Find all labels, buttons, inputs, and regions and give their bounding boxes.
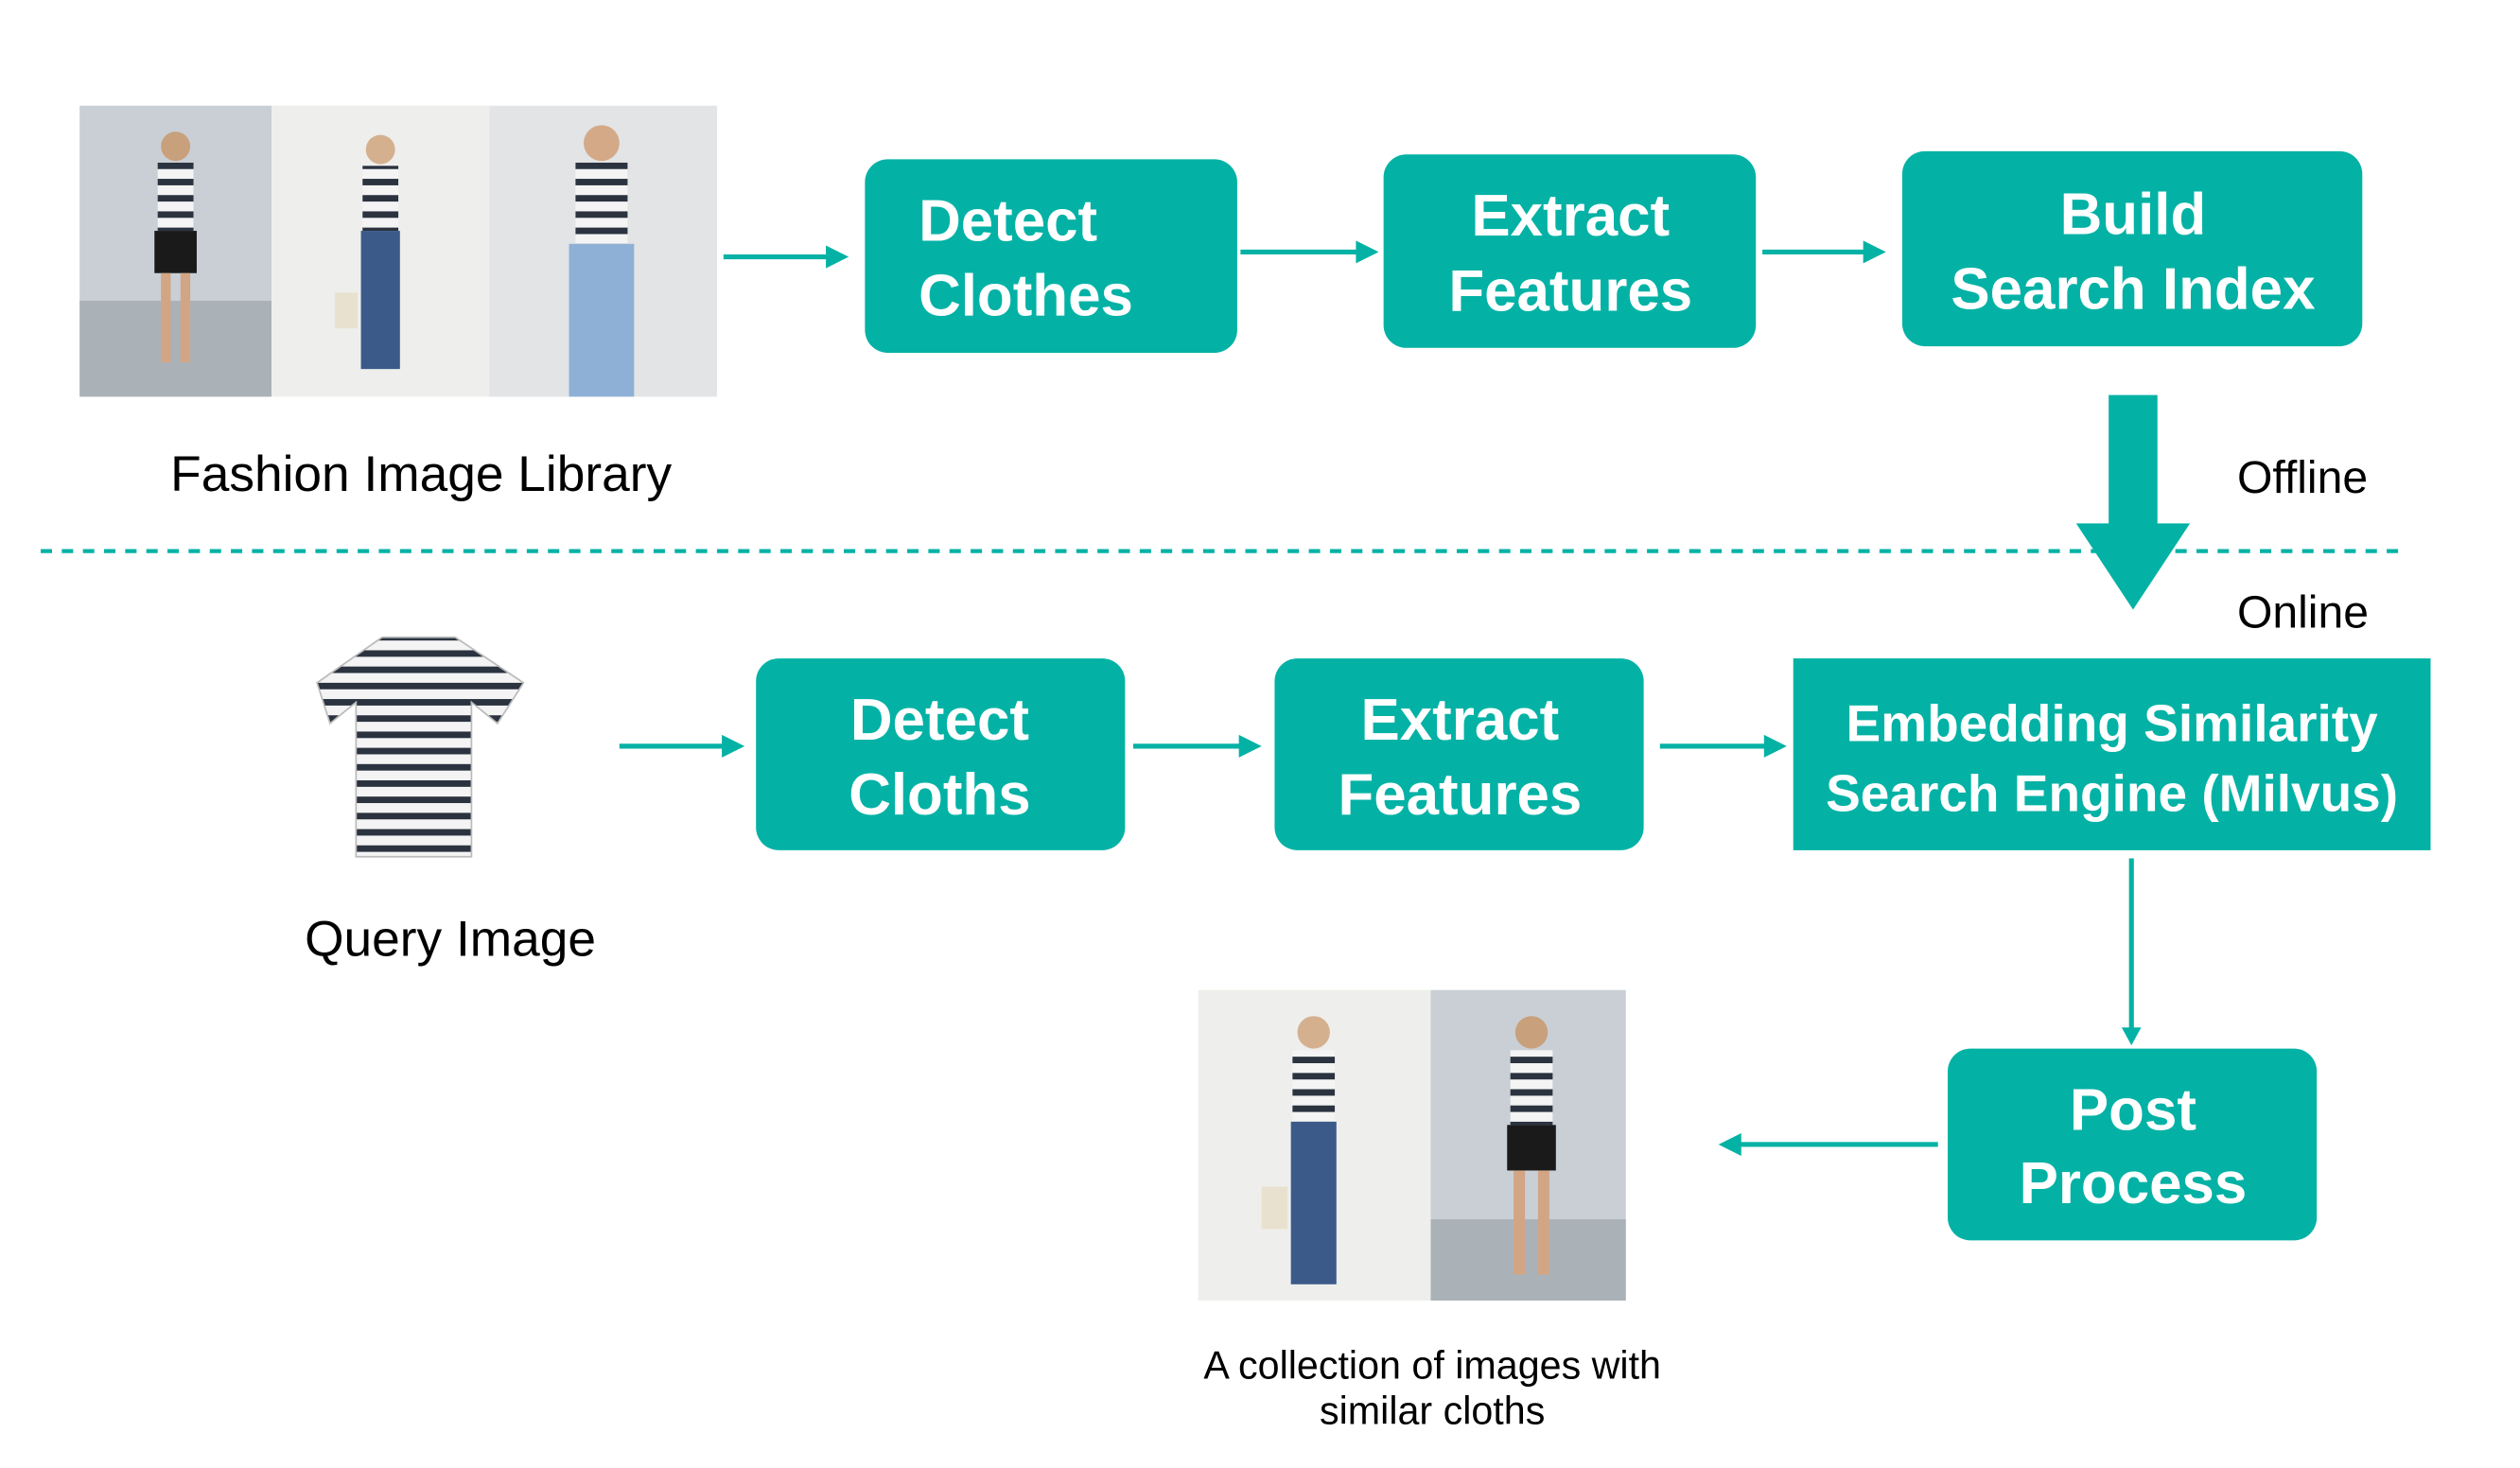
step-label-line1: Build xyxy=(2060,182,2207,247)
step-label-line1: Detect xyxy=(850,688,1029,753)
arrow-extract-to-build xyxy=(1762,240,1886,264)
arrow-library-to-detect xyxy=(723,245,849,269)
step-label-line1: Extract xyxy=(1361,688,1560,753)
step-extract-features-offline: Extract Features xyxy=(1383,154,1757,348)
step-label-line2: Process xyxy=(2020,1151,2248,1216)
arrow-detect-to-extract-online xyxy=(1132,734,1262,758)
step-embedding-similarity-search-engine: Embedding Similarity Search Engine (Milv… xyxy=(1793,658,2431,850)
step-label-line1: Embedding Similarity xyxy=(1846,694,2379,753)
step-label-line2: Search Engine (Milvus) xyxy=(1826,764,2398,823)
result-caption-line2: similar cloths xyxy=(1320,1389,1545,1433)
query-image-label: Query Image xyxy=(305,912,596,968)
fashion-image-library-photos xyxy=(79,105,717,397)
step-build-search-index: Build Search Index xyxy=(1901,150,2363,347)
arrow-engine-to-post xyxy=(2121,858,2142,1046)
big-down-arrow xyxy=(2075,394,2191,610)
step-label-line2: Features xyxy=(1448,258,1692,323)
step-extract-features-online: Extract Features xyxy=(1274,658,1644,850)
step-detect-clothes: Detect Clothes xyxy=(865,159,1237,353)
pipeline-diagram: Fashion Image Library Detect Clothes Ext… xyxy=(40,105,2431,1433)
step-label-line1: Detect xyxy=(919,188,1097,253)
step-label-line1: Extract xyxy=(1471,184,1670,249)
step-label-line2: Search Index xyxy=(1951,257,2315,323)
person-photo-3 xyxy=(569,125,635,397)
arrow-detect-to-extract xyxy=(1240,240,1379,264)
arrow-post-to-results xyxy=(1718,1132,1938,1157)
step-label-line1: Post xyxy=(2070,1078,2196,1144)
step-detect-cloths: Detect Cloths xyxy=(756,658,1126,850)
fashion-image-library-label: Fashion Image Library xyxy=(170,446,672,502)
arrow-extract-to-engine xyxy=(1659,734,1787,758)
step-label-line2: Cloths xyxy=(849,762,1030,828)
query-tshirt-image xyxy=(316,636,525,858)
step-post-process: Post Process xyxy=(1948,1048,2318,1241)
offline-label: Offline xyxy=(2237,452,2368,503)
step-label-line2: Clothes xyxy=(919,263,1133,328)
online-label: Online xyxy=(2237,586,2369,638)
result-photos xyxy=(1198,989,1626,1301)
result-caption-line1: A collection of images with xyxy=(1203,1343,1661,1387)
arrow-query-to-detect xyxy=(619,734,745,758)
step-label-line2: Features xyxy=(1338,762,1582,828)
